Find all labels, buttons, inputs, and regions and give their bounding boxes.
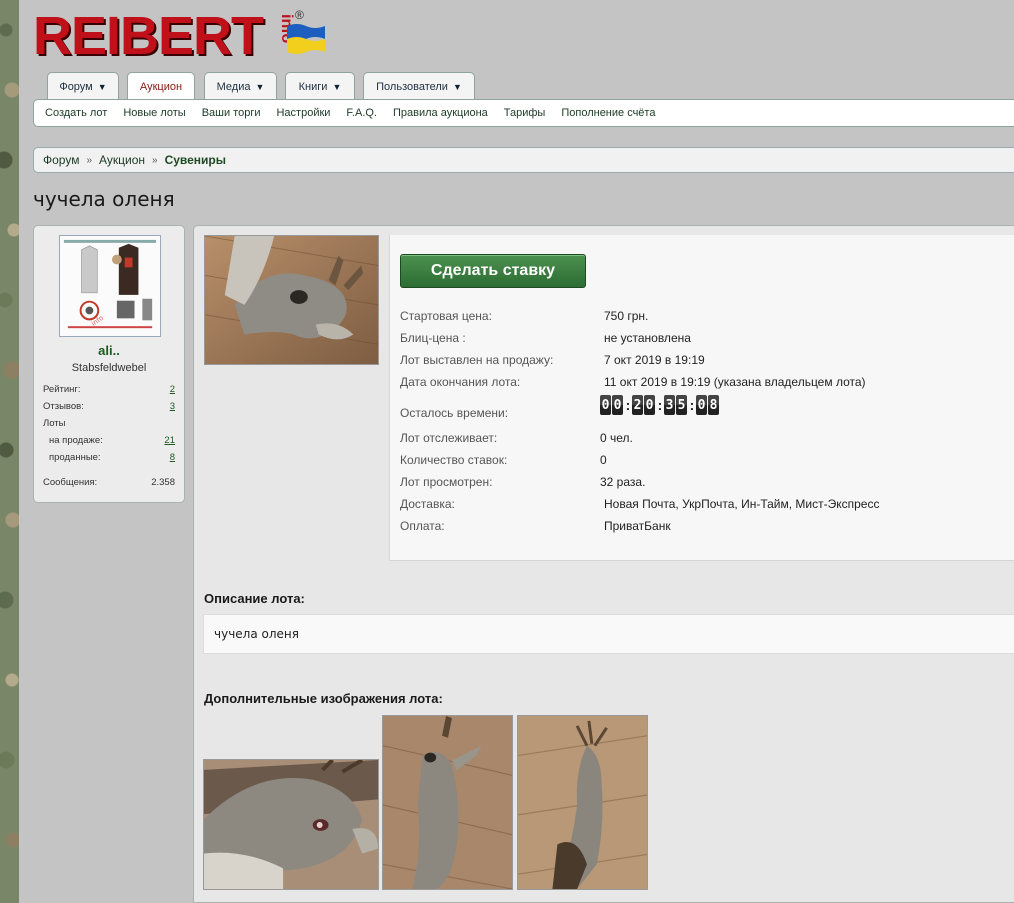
row-value: Новая Почта, УкрПочта, Ин-Тайм, Мист-Экс…: [604, 497, 880, 511]
stat-rating: Рейтинг: 2: [43, 384, 175, 395]
stat-label: Рейтинг:: [43, 384, 81, 395]
seller-card: info ali.. Stabsfeldwebel Рейтинг: 2 Отз…: [33, 225, 185, 503]
stat-label: Лоты: [43, 418, 66, 429]
extra-image-1[interactable]: [203, 759, 379, 890]
logo-registered-mark: ®: [295, 8, 304, 22]
row-label: Количество ставок:: [400, 453, 508, 467]
timer-colon: :: [657, 397, 663, 413]
row-value: 32 раза.: [600, 475, 646, 489]
tab-users[interactable]: Пользователи ▼: [363, 72, 475, 100]
stat-label: Отзывов:: [43, 401, 84, 412]
page-title: чучела оленя: [33, 187, 175, 211]
subnav-tariffs[interactable]: Тарифы: [504, 107, 546, 119]
row-label: Стартовая цена:: [400, 309, 492, 323]
row-value: не установлена: [604, 331, 691, 345]
row-label: Доставка:: [400, 497, 455, 511]
stat-label: на продаже:: [49, 435, 103, 446]
subnav-top-up[interactable]: Пополнение счёта: [561, 107, 655, 119]
chevron-down-icon: ▼: [452, 81, 462, 92]
breadcrumb-separator: »: [152, 154, 158, 166]
lot-main-image[interactable]: [204, 235, 379, 365]
tab-label: Книги: [298, 80, 328, 93]
subnav-your-bids[interactable]: Ваши торги: [202, 107, 261, 119]
timer-digit: 8: [708, 395, 719, 415]
camo-border: [0, 0, 19, 903]
row-label: Лот отслеживает:: [400, 431, 498, 445]
row-label: Блиц-цена :: [400, 331, 466, 345]
logo-text: REIBERT: [33, 6, 264, 66]
tab-media[interactable]: Медиа ▼: [204, 72, 277, 100]
tab-label: Медиа: [216, 80, 251, 93]
page: REIBERT info ® Форум ▼ Аукцион Медиа ▼ Кни…: [19, 0, 1014, 903]
chevron-down-icon: ▼: [332, 81, 342, 92]
row-value: ПриватБанк: [604, 519, 671, 533]
extra-image-2[interactable]: [382, 715, 513, 890]
timer-colon: :: [689, 397, 695, 413]
stat-value-link[interactable]: 2: [170, 384, 175, 395]
stat-value-link[interactable]: 8: [170, 452, 175, 463]
stat-value: 2.358: [151, 477, 175, 488]
row-value: 0 чел.: [600, 431, 633, 445]
timer-digit: 0: [644, 395, 655, 415]
place-bid-button[interactable]: Сделать ставку: [400, 254, 586, 288]
breadcrumb-separator: »: [86, 154, 93, 166]
timer-digit: 2: [632, 395, 643, 415]
tab-label: Аукцион: [139, 81, 183, 93]
extra-image-3[interactable]: [517, 715, 648, 890]
timer-digit: 5: [676, 395, 687, 415]
countdown-timer: 0 0 : 2 0 : 3 5 : 0 8: [600, 395, 720, 415]
ukraine-flag-icon: [287, 24, 325, 54]
subnav-settings[interactable]: Настройки: [276, 107, 330, 119]
chevron-down-icon: ▼: [255, 81, 265, 92]
stat-messages: Сообщения: 2.358: [43, 477, 175, 488]
subnav-auction-rules[interactable]: Правила аукциона: [393, 107, 488, 119]
row-value: 750 грн.: [604, 309, 649, 323]
stat-label: Сообщения:: [43, 477, 98, 488]
timer-digit: 0: [600, 395, 611, 415]
chevron-down-icon: ▼: [97, 81, 107, 92]
subnav-faq[interactable]: F.A.Q.: [346, 107, 377, 119]
lot-info-panel: Сделать ставку Стартовая цена: 750 грн. …: [389, 235, 1014, 561]
description-text: чучела оленя: [203, 614, 1014, 654]
avatar[interactable]: info: [59, 235, 161, 337]
lot-content: Сделать ставку Стартовая цена: 750 грн. …: [193, 225, 1014, 903]
timer-colon: :: [625, 397, 631, 413]
stat-label: проданные:: [49, 452, 101, 463]
breadcrumb-forum[interactable]: Форум: [43, 153, 79, 167]
extra-images-heading: Дополнительные изображения лота:: [204, 691, 443, 706]
stat-lots-heading: Лоты: [43, 418, 175, 429]
stat-reviews: Отзывов: 3: [43, 401, 175, 412]
stat-value-link[interactable]: 3: [170, 401, 175, 412]
tab-label: Форум: [59, 80, 93, 93]
row-value: 7 окт 2019 в 19:19: [604, 353, 705, 367]
seller-name[interactable]: ali..: [34, 343, 184, 358]
timer-digit: 3: [664, 395, 675, 415]
subnav-new-lots[interactable]: Новые лоты: [123, 107, 185, 119]
seller-rank: Stabsfeldwebel: [71, 362, 147, 374]
stat-sold: проданные: 8: [49, 452, 175, 463]
stat-on-sale: на продаже: 21: [49, 435, 175, 446]
subnav-create-lot[interactable]: Создать лот: [45, 107, 107, 119]
timer-digit: 0: [696, 395, 707, 415]
description-heading: Описание лота:: [204, 591, 305, 606]
row-label: Оплата:: [400, 519, 445, 533]
row-value: 0: [600, 453, 607, 467]
row-label: Лот просмотрен:: [400, 475, 493, 489]
stat-value-link[interactable]: 21: [164, 435, 175, 446]
timer-digit: 0: [612, 395, 623, 415]
row-label: Дата окончания лота:: [400, 375, 521, 389]
tab-auction[interactable]: Аукцион: [127, 72, 195, 101]
auction-subnav: Создать лот Новые лоты Ваши торги Настро…: [33, 99, 1014, 127]
breadcrumb-auction[interactable]: Аукцион: [99, 153, 145, 167]
row-value: 11 окт 2019 в 19:19 (указана владельцем …: [604, 375, 866, 389]
tab-books[interactable]: Книги ▼: [285, 72, 355, 100]
row-label: Лот выставлен на продажу:: [400, 353, 554, 367]
breadcrumb-current[interactable]: Сувениры: [165, 153, 226, 167]
row-label: Осталось времени:: [400, 406, 509, 420]
tab-forum[interactable]: Форум ▼: [47, 72, 119, 100]
tab-label: Пользователи: [376, 80, 448, 93]
breadcrumb: Форум » Аукцион » Сувениры: [33, 147, 1014, 173]
